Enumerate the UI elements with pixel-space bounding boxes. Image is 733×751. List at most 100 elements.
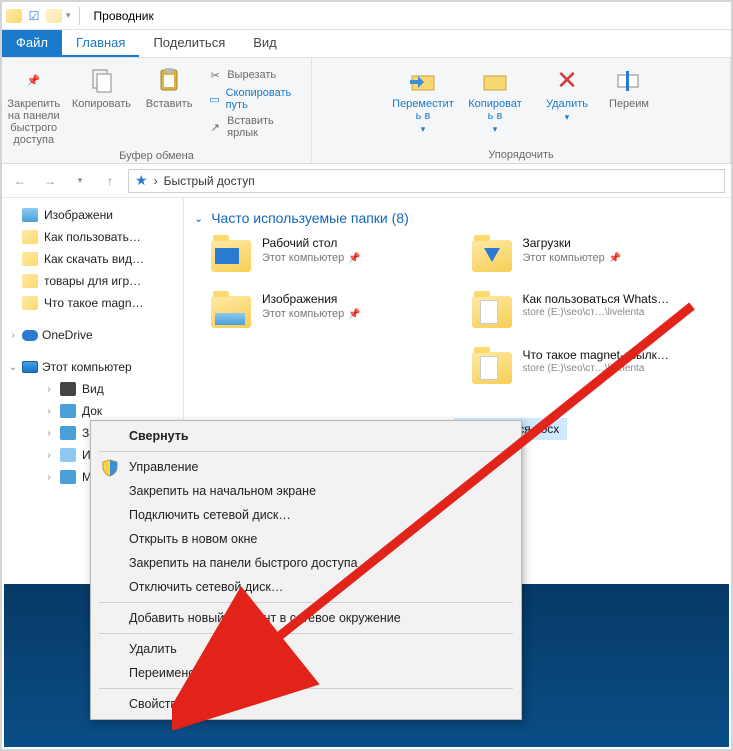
folder-location: Этот компьютер📌 xyxy=(262,252,361,264)
folder-desktop[interactable]: Рабочий стол Этот компьютер📌 xyxy=(210,236,461,276)
file-menu[interactable]: Файл xyxy=(2,30,62,57)
folder-icon xyxy=(210,236,252,276)
paste-icon xyxy=(153,64,185,96)
copy-to-button[interactable]: Копироват ь в ▾ xyxy=(462,62,528,137)
cm-manage[interactable]: Управление xyxy=(93,455,519,479)
cm-delete[interactable]: Удалить xyxy=(93,637,519,661)
picture-icon xyxy=(22,208,38,222)
context-menu: Свернуть Управление Закрепить на начальн… xyxy=(90,420,522,720)
sidebar-item-documents[interactable]: ›Док xyxy=(2,400,183,422)
ribbon-group-organize: Переместит ь в ▾ Копироват ь в ▾ ✕ Удали… xyxy=(312,58,731,163)
folder-location: store (E:)\seo\ст…\livelenta xyxy=(523,363,669,374)
folder-location: Этот компьютер📌 xyxy=(523,252,622,264)
window-title: Проводник xyxy=(94,9,154,23)
tab-home[interactable]: Главная xyxy=(62,30,139,57)
cm-properties[interactable]: Свойства xyxy=(93,692,519,716)
delete-button[interactable]: ✕ Удалить ▾ xyxy=(534,62,600,125)
delete-icon: ✕ xyxy=(551,64,583,96)
cm-disconnect-network-drive[interactable]: Отключить сетевой диск… xyxy=(93,575,519,599)
folder-whatsapp-guide[interactable]: Как пользоваться Whats… store (E:)\seo\с… xyxy=(471,292,722,332)
cm-collapse[interactable]: Свернуть xyxy=(93,424,519,448)
shield-icon xyxy=(101,459,119,477)
section-frequent-folders[interactable]: ⌄ Часто используемые папки (8) xyxy=(194,206,721,236)
folder-location: store (E:)\seo\ст…\livelenta xyxy=(523,307,670,318)
breadcrumb-sep: › xyxy=(154,174,158,188)
download-icon xyxy=(60,426,76,440)
group-label-organize: Упорядочить xyxy=(488,149,553,161)
group-label-clipboard: Буфер обмена xyxy=(119,150,194,162)
chevron-down-icon[interactable]: ⌄ xyxy=(8,362,18,373)
folder-icon xyxy=(22,252,38,266)
properties-icon[interactable]: ☑ xyxy=(26,8,42,24)
chevron-down-icon[interactable]: ⌄ xyxy=(194,212,203,225)
pin-icon: 📌 xyxy=(18,64,50,96)
addressbar: ← → ▾ ↑ ★ › Быстрый доступ xyxy=(2,164,731,198)
copy-icon xyxy=(85,64,117,96)
folder-name: Как пользоваться Whats… xyxy=(523,292,670,306)
path-icon: ▭ xyxy=(207,91,221,107)
pc-icon xyxy=(22,361,38,373)
sidebar-item-videos[interactable]: ›Вид xyxy=(2,378,183,400)
onedrive-icon xyxy=(22,330,38,341)
tab-view[interactable]: Вид xyxy=(239,30,291,57)
cm-rename[interactable]: Переименов xyxy=(93,661,519,685)
folder-name: Что такое magnet-ссылк… xyxy=(523,348,669,362)
folder-name: Загрузки xyxy=(523,236,622,250)
folder-icon xyxy=(471,292,513,332)
sidebar-item-folder-4[interactable]: Что такое magn… xyxy=(2,292,183,314)
tab-share[interactable]: Поделиться xyxy=(139,30,239,57)
cm-map-network-drive[interactable]: Подключить сетевой диск… xyxy=(93,503,519,527)
rename-icon xyxy=(613,64,645,96)
cm-pin-quick-access[interactable]: Закрепить на панели быстрого доступа xyxy=(93,551,519,575)
paste-shortcut-button[interactable]: ↗ Вставить ярлык xyxy=(205,114,309,140)
cm-add-network-location[interactable]: Добавить новый элемент в сетевое окружен… xyxy=(93,606,519,630)
pin-icon: 📌 xyxy=(348,253,360,264)
menubar: Файл Главная Поделиться Вид xyxy=(2,30,731,58)
divider xyxy=(79,7,80,25)
sidebar-item-images[interactable]: Изображени xyxy=(2,204,183,226)
nav-forward-button[interactable]: → xyxy=(38,169,62,193)
folder-name: Рабочий стол xyxy=(262,236,361,250)
pin-icon: 📌 xyxy=(348,309,360,320)
sidebar-item-this-pc[interactable]: ⌄ Этот компьютер xyxy=(2,354,183,378)
copy-to-icon xyxy=(479,64,511,96)
folder-images[interactable]: Изображения Этот компьютер📌 xyxy=(210,292,461,332)
folder-name: Изображения xyxy=(262,292,361,306)
nav-history-dropdown[interactable]: ▾ xyxy=(68,169,92,193)
ribbon: 📌 Закрепить на панели быстрого доступа К… xyxy=(2,58,731,164)
sidebar-item-onedrive[interactable]: › OneDrive xyxy=(2,322,183,346)
nav-back-button[interactable]: ← xyxy=(8,169,32,193)
folder-icon xyxy=(22,230,38,244)
music-icon xyxy=(60,470,76,484)
sidebar-item-folder-3[interactable]: товары для игр… xyxy=(2,270,183,292)
cut-button[interactable]: ✂ Вырезать xyxy=(205,66,309,84)
move-icon xyxy=(407,64,439,96)
folder-icon xyxy=(22,274,38,288)
sidebar-item-folder-2[interactable]: Как скачать вид… xyxy=(2,248,183,270)
copy-path-button[interactable]: ▭ Скопировать путь xyxy=(205,86,309,112)
folder-icon xyxy=(471,348,513,388)
address-input[interactable]: ★ › Быстрый доступ xyxy=(128,169,725,193)
folder-downloads[interactable]: Загрузки Этот компьютер📌 xyxy=(471,236,722,276)
folder-icon xyxy=(471,236,513,276)
nav-up-button[interactable]: ↑ xyxy=(98,169,122,193)
move-to-button[interactable]: Переместит ь в ▾ xyxy=(390,62,456,137)
breadcrumb[interactable]: Быстрый доступ xyxy=(164,174,255,188)
folder-magnet-guide[interactable]: Что такое magnet-ссылк… store (E:)\seo\с… xyxy=(471,348,722,388)
scissors-icon: ✂ xyxy=(207,67,223,83)
rename-button[interactable]: Переим xyxy=(606,62,652,112)
cm-open-new-window[interactable]: Открыть в новом окне xyxy=(93,527,519,551)
folder-icon xyxy=(22,296,38,310)
copy-button[interactable]: Копировать xyxy=(70,62,133,112)
pin-quick-access-button[interactable]: 📌 Закрепить на панели быстрого доступа xyxy=(4,62,64,148)
chevron-right-icon[interactable]: › xyxy=(8,330,18,341)
cm-pin-start[interactable]: Закрепить на начальном экране xyxy=(93,479,519,503)
sidebar-item-folder-1[interactable]: Как пользовать… xyxy=(2,226,183,248)
video-icon xyxy=(60,382,76,396)
paste-button[interactable]: Вставить xyxy=(139,62,199,112)
folder-location: Этот компьютер📌 xyxy=(262,308,361,320)
picture-icon xyxy=(60,448,76,462)
qat-dropdown-icon[interactable] xyxy=(46,8,62,24)
quick-access-icon: ★ xyxy=(135,172,148,189)
folder-icon xyxy=(210,292,252,332)
